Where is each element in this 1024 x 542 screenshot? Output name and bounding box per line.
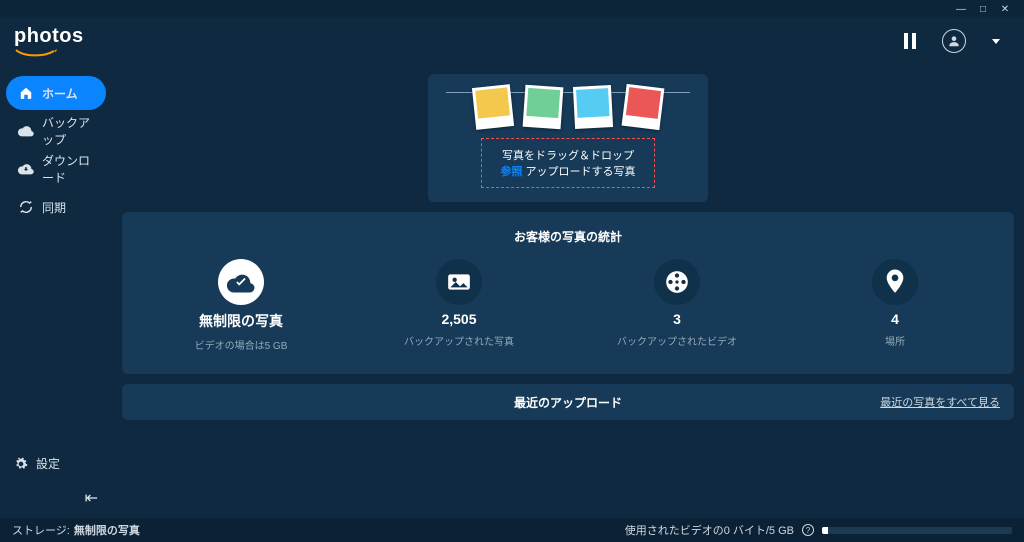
download-icon xyxy=(18,161,34,177)
storage-label: ストレージ: xyxy=(12,522,70,538)
upload-card: 写真をドラッグ＆ドロップ 参照 アップロードする写真 xyxy=(428,74,708,202)
polaroid-thumb xyxy=(523,85,564,130)
home-icon xyxy=(18,85,34,101)
cloud-icon xyxy=(18,123,34,139)
settings-label: 設定 xyxy=(36,455,60,472)
stat-value: 4 xyxy=(891,311,899,327)
stat-sub: 場所 xyxy=(885,333,905,348)
amazon-smile-icon xyxy=(14,48,58,58)
stat-value: 無制限の写真 xyxy=(199,311,283,331)
sync-icon xyxy=(18,199,34,215)
status-bar: ストレージ: 無制限の写真 使用されたビデオの0 バイト/5 GB ? xyxy=(0,518,1024,542)
window-titlebar: — □ ✕ xyxy=(0,0,1024,18)
account-menu-caret[interactable] xyxy=(992,39,1000,44)
stat-sub: バックアップされた写真 xyxy=(404,333,514,348)
account-avatar[interactable] xyxy=(942,29,966,53)
browse-link[interactable]: 参照 xyxy=(500,166,522,178)
stat-places: 4 場所 xyxy=(790,259,999,352)
recent-uploads-panel: 最近のアップロード 最近の写真をすべて見る xyxy=(122,384,1014,420)
header-actions xyxy=(904,29,1010,53)
collapse-icon: ⇤ xyxy=(85,488,98,508)
drop-instruction: 写真をドラッグ＆ドロップ xyxy=(500,147,635,163)
drop-zone[interactable]: 写真をドラッグ＆ドロップ 参照 アップロードする写真 xyxy=(481,138,654,188)
video-used-text: 使用されたビデオの0 バイト/5 GB xyxy=(625,522,794,538)
view-all-recent-link[interactable]: 最近の写真をすべて見る xyxy=(880,394,1000,410)
polaroid-thumb xyxy=(622,84,665,130)
cloud-check-icon xyxy=(218,259,264,305)
storage-progress-bar xyxy=(822,527,828,534)
sidebar-item-backup[interactable]: バックアップ xyxy=(6,114,106,148)
sidebar-item-download[interactable]: ダウンロード xyxy=(6,152,106,186)
sidebar-nav: ホーム バックアップ ダウンロード 同期 xyxy=(0,72,112,445)
maximize-button[interactable]: □ xyxy=(972,2,994,16)
stat-videos: 3 バックアップされたビデオ xyxy=(572,259,781,352)
film-reel-icon xyxy=(654,259,700,305)
sidebar-item-label: バックアップ xyxy=(42,114,94,148)
gear-icon xyxy=(14,457,28,471)
storage-value: 無制限の写真 xyxy=(74,522,140,538)
brand-text: photos xyxy=(14,25,84,48)
sidebar: ホーム バックアップ ダウンロード 同期 設定 ⇤ xyxy=(0,64,112,518)
stats-title: お客様の写真の統計 xyxy=(132,222,1004,259)
user-icon xyxy=(947,34,961,48)
sidebar-item-label: ダウンロード xyxy=(42,152,94,186)
stat-unlimited: 無制限の写真 ビデオの場合は5 GB xyxy=(136,259,345,352)
pin-icon xyxy=(872,259,918,305)
sidebar-item-sync[interactable]: 同期 xyxy=(6,190,106,224)
stats-panel: お客様の写真の統計 無制限の写真 ビデオの場合は5 GB 2,505 バックアッ… xyxy=(122,212,1014,374)
app-header: photos xyxy=(0,18,1024,64)
drop-after-text: アップロードする写真 xyxy=(522,166,635,178)
stat-value: 2,505 xyxy=(441,311,476,327)
close-button[interactable]: ✕ xyxy=(994,2,1016,16)
main-content: 写真をドラッグ＆ドロップ 参照 アップロードする写真 お客様の写真の統計 無制限… xyxy=(112,64,1024,518)
polaroid-decoration xyxy=(442,86,694,128)
pause-button[interactable] xyxy=(904,33,916,49)
stat-sub: ビデオの場合は5 GB xyxy=(195,337,288,352)
stat-photos: 2,505 バックアップされた写真 xyxy=(354,259,563,352)
recent-title: 最近のアップロード xyxy=(514,394,622,411)
sidebar-item-home[interactable]: ホーム xyxy=(6,76,106,110)
polaroid-thumb xyxy=(573,85,613,129)
stat-value: 3 xyxy=(673,311,681,327)
help-icon[interactable]: ? xyxy=(802,524,814,536)
minimize-button[interactable]: — xyxy=(950,2,972,16)
storage-progress xyxy=(822,527,1012,534)
sidebar-item-settings[interactable]: 設定 xyxy=(0,445,112,482)
sidebar-item-label: 同期 xyxy=(42,199,66,216)
sidebar-item-label: ホーム xyxy=(42,85,78,102)
app-brand: photos xyxy=(14,25,84,58)
photo-icon xyxy=(436,259,482,305)
polaroid-thumb xyxy=(472,84,514,130)
collapse-sidebar-button[interactable]: ⇤ xyxy=(0,482,112,518)
stat-sub: バックアップされたビデオ xyxy=(617,333,737,348)
